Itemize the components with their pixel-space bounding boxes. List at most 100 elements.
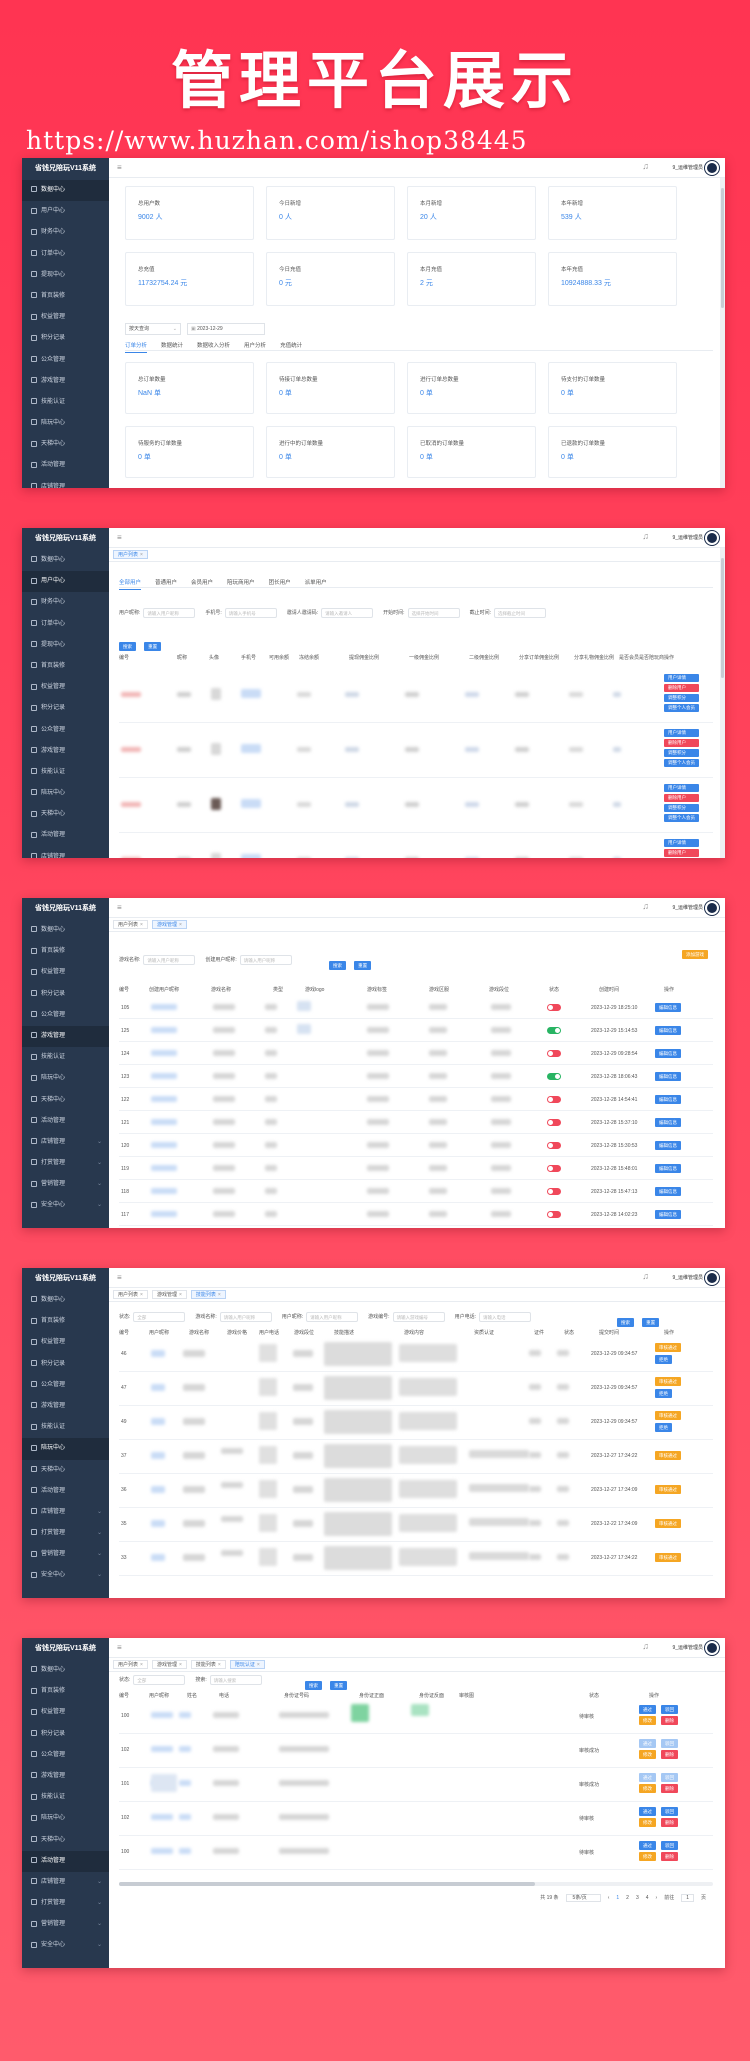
sidebar-item[interactable]: 游戏管理 [22,741,109,762]
status-toggle[interactable] [547,1050,561,1057]
edit-button[interactable]: 编辑信息 [655,1095,681,1104]
sidebar-item[interactable]: 公众管理 [22,1005,109,1026]
scrollbar[interactable] [720,178,725,488]
filter-input[interactable]: 请输入用户昵称 [306,1312,359,1322]
close-icon[interactable]: × [179,1292,182,1298]
avatar[interactable] [705,1641,719,1655]
op-button[interactable]: 驳回 [661,1807,678,1816]
sidebar-item[interactable]: 活动管理 [22,1111,109,1132]
status-toggle[interactable] [547,1165,561,1172]
action-button[interactable]: 用户详情 [664,784,699,792]
reject-button[interactable]: 拒绝 [655,1355,672,1364]
approve-button[interactable]: 审核通过 [655,1411,681,1420]
sidebar-item[interactable]: 游戏管理 [22,1025,109,1048]
menu-toggle-icon[interactable]: ≡ [117,1273,122,1282]
filter-input[interactable]: 请输入用户昵称 [239,955,292,965]
filter-input[interactable]: 请输入用户昵称 [143,955,196,965]
tag[interactable]: 游戏管理 × [151,920,187,929]
sidebar-item[interactable]: 财务中心 [22,222,109,243]
action-button[interactable]: 删除用户 [664,794,699,802]
sidebar-item[interactable]: 天梯中心 [22,804,109,825]
sidebar-item[interactable]: 权益管理 [22,307,109,328]
sidebar-item[interactable]: 公众管理 [22,1375,109,1396]
bell-icon[interactable]: ♫ [642,1641,649,1651]
avatar[interactable] [705,161,719,175]
tag[interactable]: 技能列表 × [190,1290,226,1299]
user-name[interactable]: 9_运维管理员 [672,534,703,541]
sidebar-item[interactable]: 用户中心 [22,201,109,222]
user-name[interactable]: 9_运维管理员 [672,1274,703,1281]
tab[interactable]: 订单分析 [125,343,148,353]
edit-button[interactable]: 编辑信息 [655,1003,681,1012]
edit-button[interactable]: 编辑信息 [655,1118,681,1127]
op-button[interactable]: 驳回 [661,1739,678,1748]
action-button[interactable]: 调整积分 [664,749,699,757]
sidebar-item[interactable]: 陪玩中心 [22,1438,109,1460]
reset-button[interactable]: 重置 [642,1318,660,1327]
action-button[interactable]: 删除用户 [664,739,699,747]
close-icon[interactable]: × [140,922,143,928]
sidebar-item[interactable]: 权益管理 [22,962,109,983]
op-button[interactable]: 删除 [661,1784,678,1793]
sidebar-item[interactable]: 积分记录 [22,698,109,719]
sidebar-item[interactable]: 积分记录 [22,1354,109,1375]
filter-input[interactable]: 选择截止时间 [493,608,546,618]
approve-button[interactable]: 审核通过 [655,1451,681,1460]
filter-input[interactable]: 全部 [133,1312,186,1322]
sidebar-item[interactable]: 活动管理 [22,1481,109,1502]
bell-icon[interactable]: ♫ [642,901,649,911]
close-icon[interactable]: × [140,1292,143,1298]
sidebar-item[interactable]: 游戏管理 [22,1766,109,1787]
search-button[interactable]: 搜索 [119,642,136,651]
sidebar-item[interactable]: 营销管理 ⌄ [22,1174,109,1195]
sidebar-item[interactable]: 营销管理 ⌄ [22,1544,109,1565]
page-number[interactable]: 3 [636,1895,639,1901]
tag[interactable]: 游戏管理 × [151,1290,187,1299]
approve-button[interactable]: 审核通过 [655,1553,681,1562]
sidebar-item[interactable]: 店铺管理 ⌄ [22,1132,109,1153]
avatar[interactable] [705,1271,719,1285]
approve-button[interactable]: 审核通过 [655,1485,681,1494]
op-button[interactable]: 删除 [661,1716,678,1725]
bell-icon[interactable]: ♫ [642,1271,649,1281]
sidebar-item[interactable]: 数据中心 [22,550,109,571]
edit-button[interactable]: 编辑信息 [655,1164,681,1173]
sidebar-item[interactable]: 积分记录 [22,984,109,1005]
tag[interactable]: 用户列表 × [113,1660,148,1669]
close-icon[interactable]: × [179,1662,182,1668]
sidebar-item[interactable]: 技能认证 [22,762,109,783]
user-name[interactable]: 9_运维管理员 [672,164,703,171]
sidebar-item[interactable]: 技能认证 [22,1047,109,1068]
sidebar-item[interactable]: 技能认证 [22,1787,109,1808]
op-button[interactable]: 修改 [639,1784,656,1793]
tag[interactable]: 用户列表 × [113,1290,148,1299]
op-button[interactable]: 修改 [639,1852,656,1861]
tag[interactable]: 用户列表 × [113,920,148,929]
sidebar-item[interactable]: 首页装修 [22,286,109,307]
close-icon[interactable]: × [218,1662,221,1668]
next-page-icon[interactable]: › [656,1895,658,1901]
sidebar-item[interactable]: 提现中心 [22,265,109,286]
sidebar-item[interactable]: 安全中心 ⌄ [22,1565,109,1586]
filter-input[interactable]: 请输入用户昵称 [143,608,196,618]
op-button[interactable]: 删除 [661,1750,678,1759]
status-toggle[interactable] [547,1004,561,1011]
avatar[interactable] [705,901,719,915]
sidebar-item[interactable]: 数据中心 [22,1660,109,1681]
scrollbar[interactable] [720,548,725,858]
menu-toggle-icon[interactable]: ≡ [117,163,122,172]
status-toggle[interactable] [547,1142,561,1149]
page-number[interactable]: 1 [616,1895,619,1901]
op-button[interactable]: 通过 [639,1739,656,1748]
sidebar-item[interactable]: 游戏管理 [22,371,109,392]
action-button[interactable]: 删除用户 [664,849,699,857]
op-button[interactable]: 驳回 [661,1773,678,1782]
sidebar-item[interactable]: 营销管理 ⌄ [22,1914,109,1935]
sidebar-item[interactable]: 店铺管理 [22,847,109,858]
sidebar-item[interactable]: 活动管理 [22,1850,109,1872]
reject-button[interactable]: 拒绝 [655,1423,672,1432]
op-button[interactable]: 修改 [639,1716,656,1725]
reset-button[interactable]: 重置 [144,642,162,651]
action-button[interactable]: 调整积分 [664,804,699,812]
close-icon[interactable]: × [140,552,143,558]
